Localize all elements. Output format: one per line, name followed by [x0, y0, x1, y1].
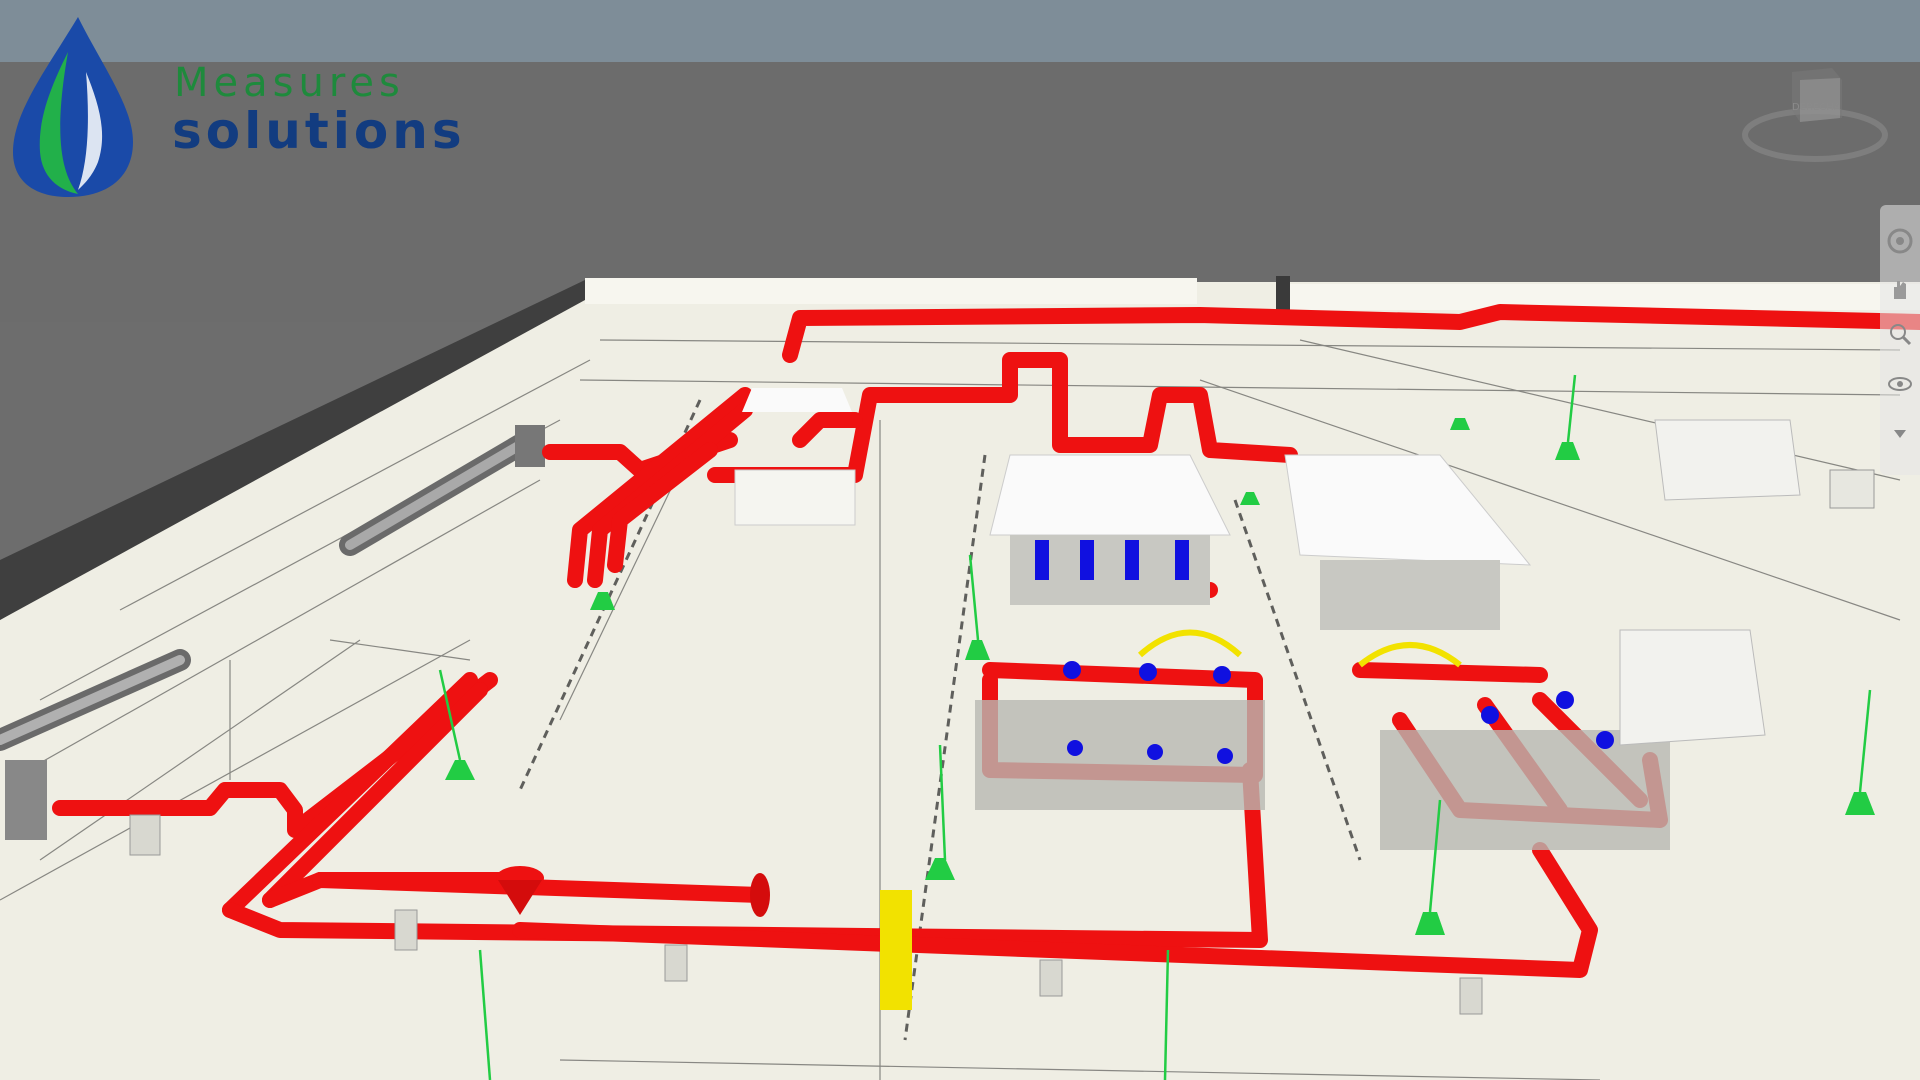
navigation-bar: [1880, 205, 1920, 475]
logo-text-measures: Measures: [174, 60, 405, 106]
navbar-menu-icon[interactable]: [1886, 420, 1914, 448]
storage-tank: [1829, 469, 1875, 509]
perimeter-wall-cap: [1276, 276, 1290, 310]
flange-ring: [750, 873, 770, 917]
metering-shelter-1: [989, 454, 1231, 605]
viewcube-icon[interactable]: [1740, 60, 1890, 170]
perimeter-wall-right: [1290, 284, 1920, 310]
perimeter-wall-left: [585, 278, 1197, 304]
control-room: [1619, 629, 1766, 746]
pan-hand-icon[interactable]: [1886, 275, 1914, 303]
viewcube-face-label: DERECHA: [1792, 102, 1841, 113]
orbit-icon[interactable]: [1886, 370, 1914, 398]
station-2-platform: [1380, 730, 1670, 850]
water-drop-logo-icon: [13, 17, 133, 197]
zoom-icon[interactable]: [1886, 320, 1914, 348]
yellow-stair: [880, 890, 912, 1010]
logo-text-solutions: solutions: [172, 102, 466, 160]
steering-wheel-icon[interactable]: [1886, 227, 1914, 255]
company-logo: Measures solutions: [8, 12, 462, 197]
electrical-room: [1654, 419, 1801, 501]
